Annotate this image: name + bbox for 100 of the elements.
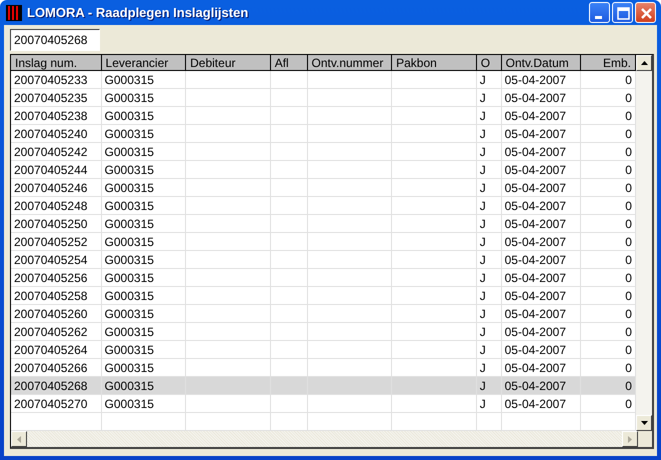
table-cell: 05-04-2007 [504,199,566,213]
table-cell: J [480,127,486,141]
column-header[interactable]: Pakbon [392,55,477,71]
table-cell: 0 [625,145,632,159]
table-cell: J [480,109,486,123]
scroll-up-button[interactable] [636,55,652,71]
table-cell: 20070405244 [14,163,88,177]
table-cell: J [480,289,486,303]
scroll-down-button[interactable] [636,415,652,431]
table-cell: 05-04-2007 [504,361,566,375]
table-cell: G000315 [104,325,154,339]
table-row[interactable]: 20070405252 G000315 J 05-04-2007 0 [11,233,636,251]
table-cell: J [480,343,486,357]
column-header[interactable]: Afl [270,55,308,71]
table-cell: G000315 [104,343,154,357]
table-row[interactable]: 20070405270 G000315 J 05-04-2007 0 [11,395,636,413]
table-row[interactable]: 20070405258 G000315 J 05-04-2007 0 [11,287,636,305]
table-cell: 20070405268 [14,379,88,393]
table-cell: 20070405258 [14,289,88,303]
table-cell: 0 [625,343,632,357]
table-cell: 20070405235 [14,91,88,105]
table-cell: J [480,199,486,213]
window-title: LOMORA - Raadplegen Inslaglijsten [27,5,248,20]
table-cell: 20070405254 [14,253,88,267]
table-cell: 20070405250 [14,217,88,231]
table-row[interactable]: 20070405233 G000315 J 05-04-2007 0 [11,71,636,89]
table-cell: 20070405266 [14,361,88,375]
table-cell: 0 [625,91,632,105]
table-cell: 05-04-2007 [504,397,566,411]
column-header[interactable]: Emb. [581,55,636,71]
table-cell: 0 [625,325,632,339]
table-cell: 20070405246 [14,181,88,195]
table-row[interactable]: 20070405246 G000315 J 05-04-2007 0 [11,179,636,197]
table-row[interactable]: 20070405235 G000315 J 05-04-2007 0 [11,89,636,107]
table-cell: 05-04-2007 [504,379,566,393]
table-cell: G000315 [104,289,154,303]
app-icon [6,4,22,20]
table-cell: 05-04-2007 [504,163,566,177]
column-header[interactable]: Ontv.nummer [308,55,392,71]
table-row[interactable]: 20070405254 G000315 J 05-04-2007 0 [11,251,636,269]
search-field[interactable]: 20070405268 [10,29,100,51]
table-cell: G000315 [104,73,154,87]
table-cell: 0 [625,397,632,411]
table-cell: 05-04-2007 [504,217,566,231]
table-cell: 0 [625,235,632,249]
table-row[interactable]: 20070405240 G000315 J 05-04-2007 0 [11,125,636,143]
table-cell: 20070405248 [14,199,88,213]
table-row[interactable]: 20070405264 G000315 J 05-04-2007 0 [11,341,636,359]
table-cell: 20070405256 [14,271,88,285]
table-cell: J [480,361,486,375]
table-cell: J [480,307,486,321]
scroll-right-button[interactable] [622,431,638,447]
table-row[interactable]: 20070405242 G000315 J 05-04-2007 0 [11,143,636,161]
scroll-left-button[interactable] [11,431,27,447]
table-cell: 20070405252 [14,235,88,249]
table-cell: 05-04-2007 [504,109,566,123]
table-cell: 20070405260 [14,307,88,321]
table-cell: 0 [625,271,632,285]
table-row[interactable]: 20070405248 G000315 J 05-04-2007 0 [11,197,636,215]
table-cell: G000315 [104,379,154,393]
table-row[interactable]: 20070405260 G000315 J 05-04-2007 0 [11,305,636,323]
table-cell: J [480,325,486,339]
column-header[interactable]: Inslag num. [11,55,102,71]
column-header[interactable]: Debiteur [186,55,271,71]
table-row[interactable]: 20070405238 G000315 J 05-04-2007 0 [11,107,636,125]
table-row[interactable]: 20070405250 G000315 J 05-04-2007 0 [11,215,636,233]
minimize-icon [595,16,602,19]
table-row[interactable]: 20070405262 G000315 J 05-04-2007 0 [11,323,636,341]
table-cell: G000315 [104,127,154,141]
table-cell: G000315 [104,181,154,195]
table-cell: 05-04-2007 [504,73,566,87]
table-row[interactable]: 20070405256 G000315 J 05-04-2007 0 [11,269,636,287]
maximize-button[interactable] [612,2,633,23]
table-cell: 20070405262 [14,325,88,339]
minimize-button[interactable] [589,2,610,23]
close-button[interactable] [635,2,656,23]
table-row[interactable]: 20070405268 G000315 J 05-04-2007 0 [11,377,636,395]
column-header[interactable]: Leverancier [102,55,186,71]
table-cell: 0 [625,199,632,213]
table-cell: 0 [625,217,632,231]
column-header[interactable]: Ontv.Datum [502,55,582,71]
table-cell: 05-04-2007 [504,127,566,141]
table-cell: 0 [625,73,632,87]
table-cell: 0 [625,163,632,177]
table-cell: 05-04-2007 [504,271,566,285]
table-cell: 05-04-2007 [504,343,566,357]
column-header[interactable]: O [476,55,502,71]
table-cell: 20070405270 [14,397,88,411]
horizontal-scrollbar[interactable] [11,431,638,447]
table-cell: G000315 [104,361,154,375]
table-cell: G000315 [104,91,154,105]
up-arrow-icon [640,61,648,65]
table-row[interactable]: 20070405244 G000315 J 05-04-2007 0 [11,161,636,179]
table-cell: 0 [625,361,632,375]
table-cell: J [480,181,486,195]
table-cell: 0 [625,127,632,141]
vertical-scrollbar[interactable] [636,55,652,431]
table-cell: G000315 [104,199,154,213]
table-cell: 0 [625,379,632,393]
table-cell: J [480,379,486,393]
